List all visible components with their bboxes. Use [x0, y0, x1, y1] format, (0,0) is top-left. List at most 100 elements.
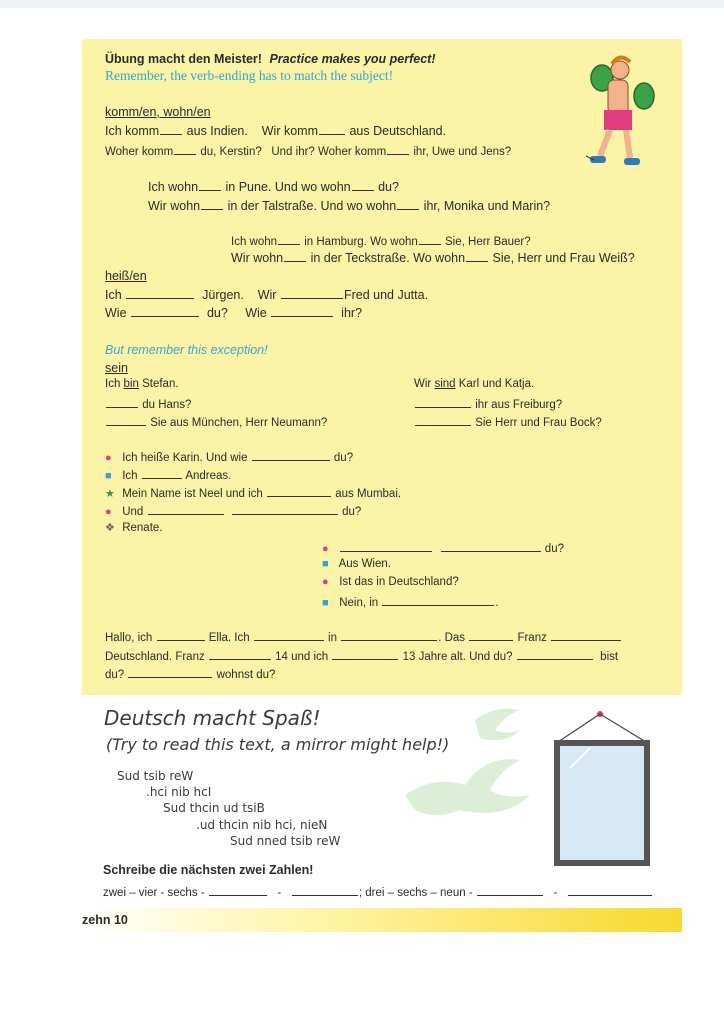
answer-blank[interactable] — [231, 503, 338, 515]
text: Ich — [105, 288, 122, 302]
text: wohnst du? — [216, 669, 276, 681]
text: Jürgen. — [202, 288, 244, 302]
text: Wir komm — [261, 124, 318, 138]
answer-blank[interactable] — [340, 540, 433, 552]
exception-note: But remember this exception! — [105, 343, 268, 357]
text: Wir wohn — [231, 251, 284, 265]
text: Deutschland. Franz — [105, 651, 205, 663]
heiss-line-1: Ich Jürgen. Wir Fred und Jutta. — [105, 287, 428, 302]
text: Renate. — [122, 522, 163, 534]
exercise-title: Übung macht den Meister! Practice makes … — [105, 52, 436, 66]
title-de: Übung macht den Meister! — [105, 52, 262, 66]
paragraph-line-1: Hallo, ich Ella. Ich in . Das Franz — [105, 629, 622, 644]
diamond-bullet-icon: ❖ — [105, 522, 115, 534]
answer-blank[interactable] — [291, 884, 358, 896]
answer-blank[interactable] — [201, 198, 224, 210]
answer-blank[interactable] — [466, 250, 489, 262]
answer-blank[interactable] — [280, 287, 343, 299]
answer-blank[interactable] — [551, 629, 622, 641]
text: zwei – vier - sechs - — [103, 887, 205, 899]
sein-left-2: du Hans? — [105, 396, 191, 411]
answer-blank[interactable] — [469, 629, 514, 641]
answer-blank[interactable] — [208, 648, 271, 660]
wohn-line-3: Ich wohn in Hamburg. Wo wohn Sie, Herr B… — [231, 233, 531, 248]
text: Sie, Herr und Frau Weiß? — [492, 251, 635, 265]
star-bullet-icon: ★ — [105, 488, 115, 500]
text: ihr? — [341, 306, 363, 320]
text: Stefan. — [138, 378, 179, 390]
text: 13 Jahre alt. Und du? — [402, 651, 513, 663]
answer-blank[interactable] — [156, 629, 205, 641]
answer-blank[interactable] — [199, 179, 222, 191]
text: Sie aus München, Herr Neumann? — [150, 417, 328, 429]
text: du, Kerstin? — [200, 146, 262, 158]
answer-blank[interactable] — [284, 250, 307, 262]
answer-blank[interactable] — [251, 449, 330, 461]
square-bullet-icon: ■ — [105, 470, 112, 482]
text: Aus Wien. — [338, 558, 391, 570]
answer-blank[interactable] — [106, 396, 138, 408]
paragraph-line-3: du? wohnst du? — [105, 666, 275, 681]
answer-blank[interactable] — [415, 396, 471, 408]
text: Woher komm — [105, 146, 174, 158]
answer-blank[interactable] — [440, 540, 541, 552]
text: Ich wohn — [148, 180, 199, 194]
answer-blank[interactable] — [267, 485, 332, 497]
komm-line-2: Woher komm du, Kerstin? Und ihr? Woher k… — [105, 143, 511, 158]
text: du? — [378, 180, 399, 194]
text: Mein Name ist Neel und ich — [122, 488, 263, 500]
fun-subtitle: (Try to read this text, a mirror might h… — [106, 735, 450, 754]
answer-blank[interactable] — [387, 143, 410, 155]
answer-blank[interactable] — [141, 467, 182, 479]
answer-blank[interactable] — [126, 287, 195, 299]
wohn-line-2: Wir wohn in der Talstraße. Und wo wohn i… — [148, 198, 550, 213]
circle-bullet-icon: ● — [105, 506, 112, 518]
answer-blank[interactable] — [567, 884, 652, 896]
mirror-illustration — [554, 711, 650, 866]
answer-blank[interactable] — [476, 884, 543, 896]
answer-blank[interactable] — [208, 884, 267, 896]
text: - — [277, 887, 282, 899]
text: Ich — [105, 378, 124, 390]
text: Wir wohn — [148, 199, 201, 213]
sein-right-3: Sie Herr und Frau Bock? — [414, 414, 602, 429]
answer-blank[interactable] — [128, 666, 213, 678]
text: bin — [123, 378, 139, 390]
answer-blank[interactable] — [271, 305, 334, 317]
dialogue-line-9: ■ Nein, in . — [322, 594, 499, 609]
text: in Pune. Und wo wohn — [225, 180, 351, 194]
text: Sie, Herr Bauer? — [445, 236, 531, 248]
answer-blank[interactable] — [418, 233, 441, 245]
heiss-line-2: Wie du? Wie ihr? — [105, 305, 362, 320]
answer-blank[interactable] — [106, 414, 146, 426]
dialogue-line-2: ■ Ich Andreas. — [105, 467, 231, 482]
answer-blank[interactable] — [319, 123, 345, 135]
text: du? — [105, 669, 125, 681]
answer-blank[interactable] — [253, 629, 324, 641]
answer-blank[interactable] — [174, 143, 197, 155]
page-number: zehn 10 — [82, 913, 128, 927]
komm-line-1: Ich komm aus Indien. Wir komm aus Deutsc… — [105, 123, 446, 138]
sein-left-3: Sie aus München, Herr Neumann? — [105, 414, 327, 429]
answer-blank[interactable] — [160, 123, 183, 135]
answer-blank[interactable] — [415, 414, 471, 426]
answer-blank[interactable] — [397, 198, 420, 210]
text: Andreas. — [185, 470, 232, 482]
text: aus Mumbai. — [335, 488, 402, 500]
answer-blank[interactable] — [147, 503, 224, 515]
heading-heissen: heiß/en — [105, 269, 147, 283]
answer-blank[interactable] — [341, 629, 438, 641]
answer-blank[interactable] — [382, 594, 495, 606]
text: in der Teckstraße. Wo wohn — [310, 251, 466, 265]
answer-blank[interactable] — [351, 179, 374, 191]
answer-blank[interactable] — [278, 233, 301, 245]
answer-blank[interactable] — [131, 305, 200, 317]
text: aus Indien. — [186, 124, 248, 138]
text: sind — [434, 378, 456, 390]
wohn-line-1: Ich wohn in Pune. Und wo wohn du? — [148, 179, 399, 194]
answer-blank[interactable] — [516, 648, 593, 660]
reminder-text: Remember, the verb-ending has to match t… — [105, 68, 394, 83]
text: Ist das in Deutschland? — [339, 576, 459, 588]
dialogue-line-6: ● du? — [322, 540, 564, 555]
answer-blank[interactable] — [332, 648, 399, 660]
